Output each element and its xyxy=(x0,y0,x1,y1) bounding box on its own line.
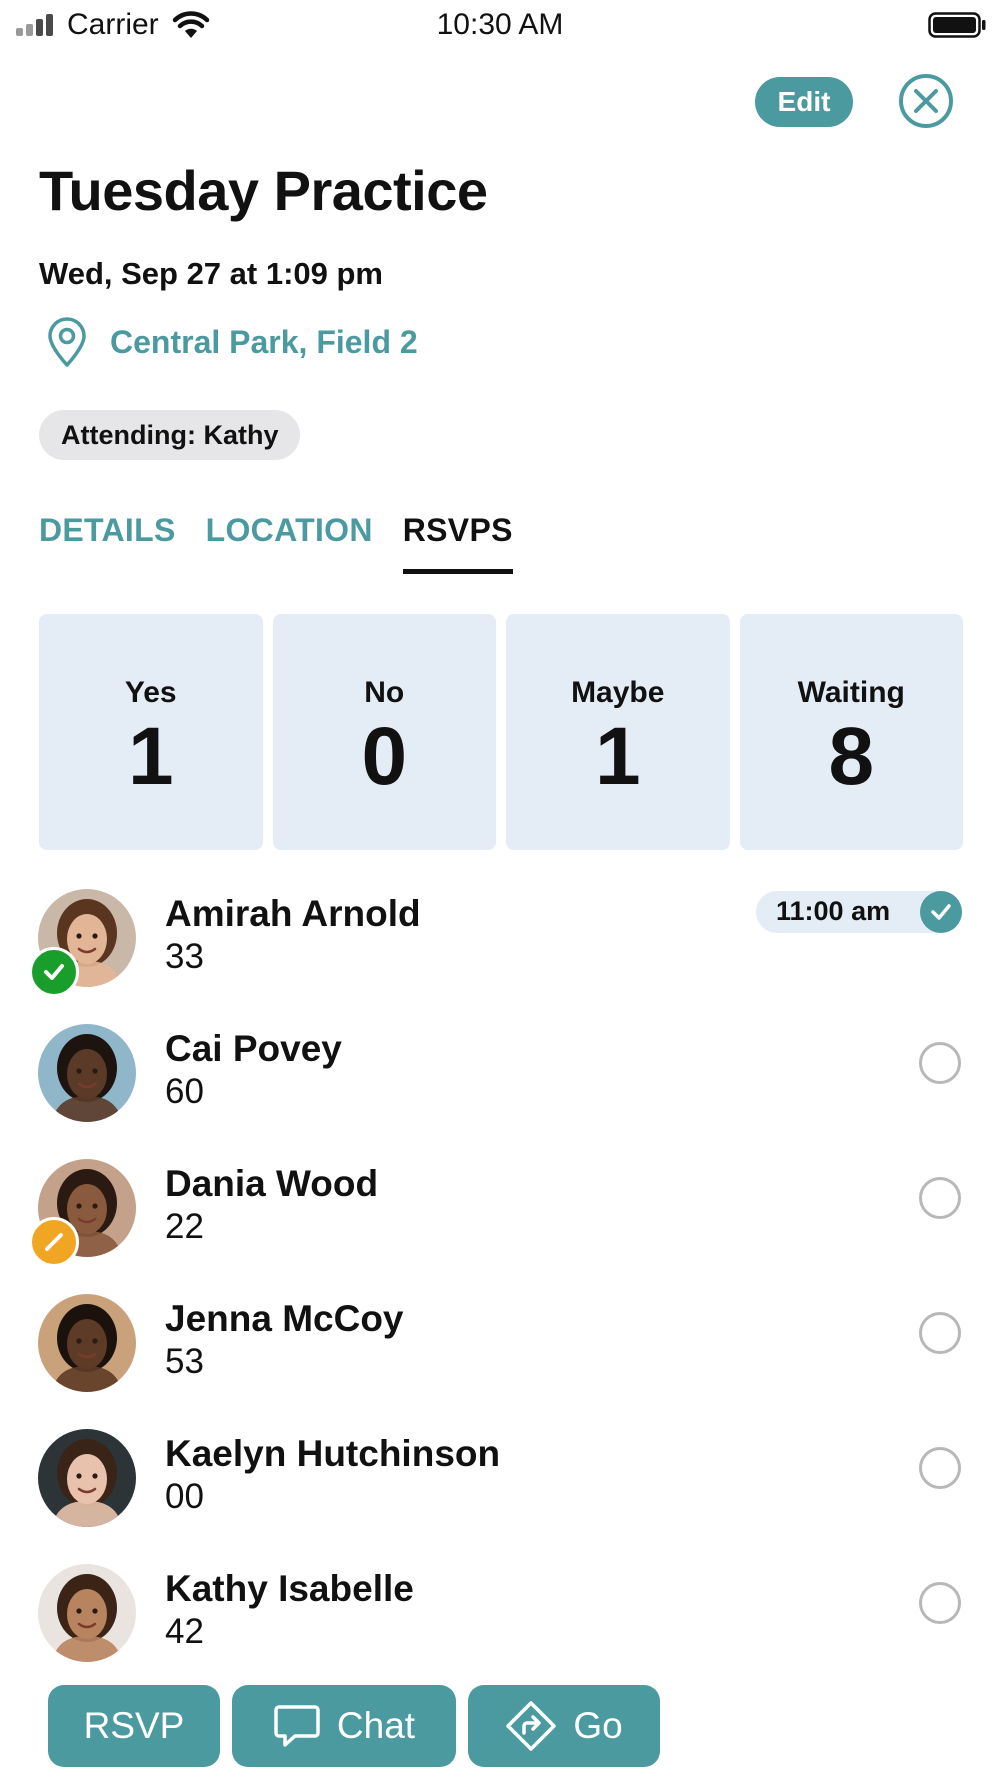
check-icon xyxy=(920,891,962,933)
summary-label: No xyxy=(364,676,405,709)
person-name: Amirah Arnold xyxy=(165,893,421,934)
summary-count: 8 xyxy=(828,711,875,802)
checkin-radio[interactable] xyxy=(919,1312,961,1354)
location-pin-icon xyxy=(48,317,86,367)
list-item[interactable]: Jenna McCoy 53 xyxy=(0,1292,1000,1427)
chat-button-label: Chat xyxy=(336,1705,416,1746)
action-bar: RSVP Chat Go xyxy=(48,1685,660,1767)
chat-bubble-icon xyxy=(274,1705,320,1747)
summary-label: Waiting xyxy=(797,676,905,709)
list-item[interactable]: Amirah Arnold 33 11:00 am xyxy=(0,887,1000,1022)
chat-button[interactable]: Chat xyxy=(232,1685,456,1767)
avatar xyxy=(38,1564,136,1662)
rsvp-maybe-icon xyxy=(29,1217,79,1267)
event-datetime: Wed, Sep 27 at 1:09 pm xyxy=(39,256,383,291)
checkin-radio[interactable] xyxy=(919,1042,961,1084)
list-item[interactable]: Cai Povey 60 xyxy=(0,1022,1000,1157)
attending-badge: Attending: Kathy xyxy=(39,410,301,460)
status-bar: Carrier 10:30 AM xyxy=(0,0,1000,52)
jersey-number: 42 xyxy=(165,1612,204,1651)
status-time: 10:30 AM xyxy=(436,8,564,41)
avatar xyxy=(38,1294,136,1392)
rsvp-summary: Yes 1 No 0 Maybe 1 Waiting 8 xyxy=(39,614,963,850)
avatar xyxy=(38,1024,136,1122)
summary-waiting[interactable]: Waiting 8 xyxy=(739,614,963,850)
event-location-link[interactable]: Central Park, Field 2 xyxy=(44,316,418,368)
person-name: Dania Wood xyxy=(165,1163,379,1204)
jersey-number: 00 xyxy=(165,1477,204,1516)
summary-maybe[interactable]: Maybe 1 xyxy=(506,614,730,850)
list-item[interactable]: Dania Wood 22 xyxy=(0,1157,1000,1292)
rsvp-list: Amirah Arnold 33 11:00 am Cai Povey 60 D… xyxy=(0,887,1000,1697)
list-item[interactable]: Kaelyn Hutchinson 00 xyxy=(0,1427,1000,1562)
avatar xyxy=(38,1429,136,1527)
summary-label: Yes xyxy=(124,676,177,709)
checkin-time-badge[interactable]: 11:00 am xyxy=(756,891,962,933)
tab-bar: DETAILS LOCATION RSVPS xyxy=(39,512,543,574)
person-name: Kaelyn Hutchinson xyxy=(165,1433,501,1474)
checkin-radio[interactable] xyxy=(919,1582,961,1624)
battery-icon xyxy=(928,12,986,38)
checkin-radio[interactable] xyxy=(919,1177,961,1219)
summary-count: 1 xyxy=(127,711,174,802)
tab-details[interactable]: DETAILS xyxy=(39,512,176,574)
tab-rsvps[interactable]: RSVPS xyxy=(402,512,513,574)
directions-icon xyxy=(506,1701,557,1751)
tab-location[interactable]: LOCATION xyxy=(206,512,373,574)
person-name: Jenna McCoy xyxy=(165,1298,404,1339)
event-title: Tuesday Practice xyxy=(39,159,488,222)
list-item[interactable]: Kathy Isabelle 42 xyxy=(0,1562,1000,1697)
jersey-number: 53 xyxy=(165,1342,204,1381)
rsvp-yes-icon xyxy=(29,947,79,997)
close-icon[interactable] xyxy=(898,73,954,129)
edit-button[interactable]: Edit xyxy=(755,77,853,127)
rsvp-button[interactable]: RSVP xyxy=(48,1685,220,1767)
summary-label: Maybe xyxy=(571,676,665,709)
checkin-radio[interactable] xyxy=(919,1447,961,1489)
go-button-label: Go xyxy=(573,1705,623,1746)
person-name: Cai Povey xyxy=(165,1028,342,1069)
person-name: Kathy Isabelle xyxy=(165,1568,414,1609)
summary-count: 1 xyxy=(594,711,641,802)
summary-no[interactable]: No 0 xyxy=(272,614,496,850)
summary-yes[interactable]: Yes 1 xyxy=(39,614,263,850)
rsvp-button-label: RSVP xyxy=(83,1705,185,1746)
jersey-number: 33 xyxy=(165,937,204,976)
go-button[interactable]: Go xyxy=(468,1685,660,1767)
checkin-time: 11:00 am xyxy=(776,896,891,926)
summary-count: 0 xyxy=(361,711,408,802)
jersey-number: 60 xyxy=(165,1072,204,1111)
jersey-number: 22 xyxy=(165,1207,204,1246)
event-location: Central Park, Field 2 xyxy=(110,323,418,360)
